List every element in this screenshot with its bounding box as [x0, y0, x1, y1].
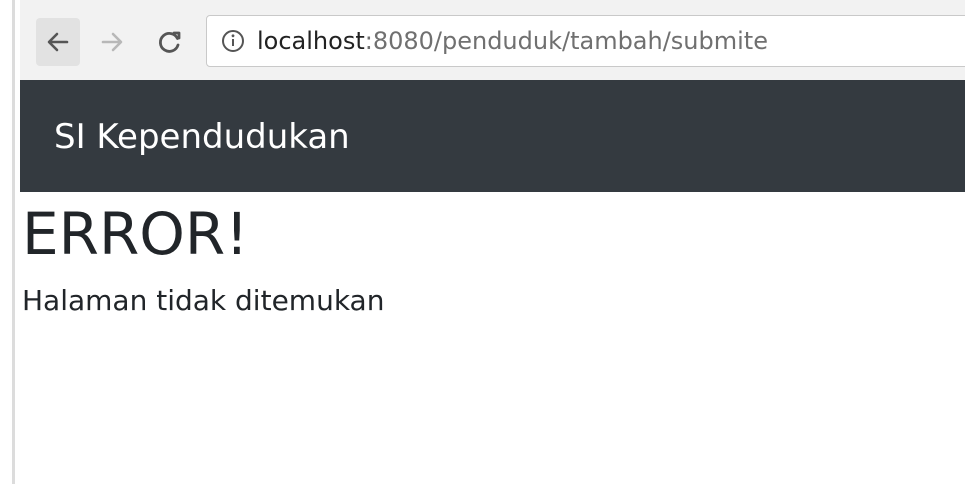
left-edge-line — [12, 0, 15, 484]
error-title: ERROR! — [22, 200, 249, 268]
url-host: localhost — [257, 27, 365, 55]
reload-icon — [159, 31, 181, 53]
browser-toolbar: localhost:8080/penduduk/tambah/submite — [20, 0, 965, 80]
url-path: :8080/penduduk/tambah/submite — [364, 27, 768, 55]
left-edge — [0, 0, 20, 484]
screenshot-frame: localhost:8080/penduduk/tambah/submite S… — [0, 0, 965, 484]
url-text[interactable]: localhost:8080/penduduk/tambah/submite — [257, 27, 768, 55]
forward-arrow-icon — [101, 32, 123, 52]
back-button[interactable] — [36, 18, 80, 66]
reload-button[interactable] — [148, 18, 192, 66]
back-arrow-icon — [47, 32, 69, 52]
navbar: SI Kependudukan — [20, 80, 965, 192]
error-message: Halaman tidak ditemukan — [22, 284, 385, 317]
navbar-brand[interactable]: SI Kependudukan — [54, 120, 350, 154]
address-bar[interactable]: localhost:8080/penduduk/tambah/submite — [206, 15, 965, 67]
info-icon[interactable] — [221, 29, 245, 53]
forward-button[interactable] — [90, 18, 134, 66]
